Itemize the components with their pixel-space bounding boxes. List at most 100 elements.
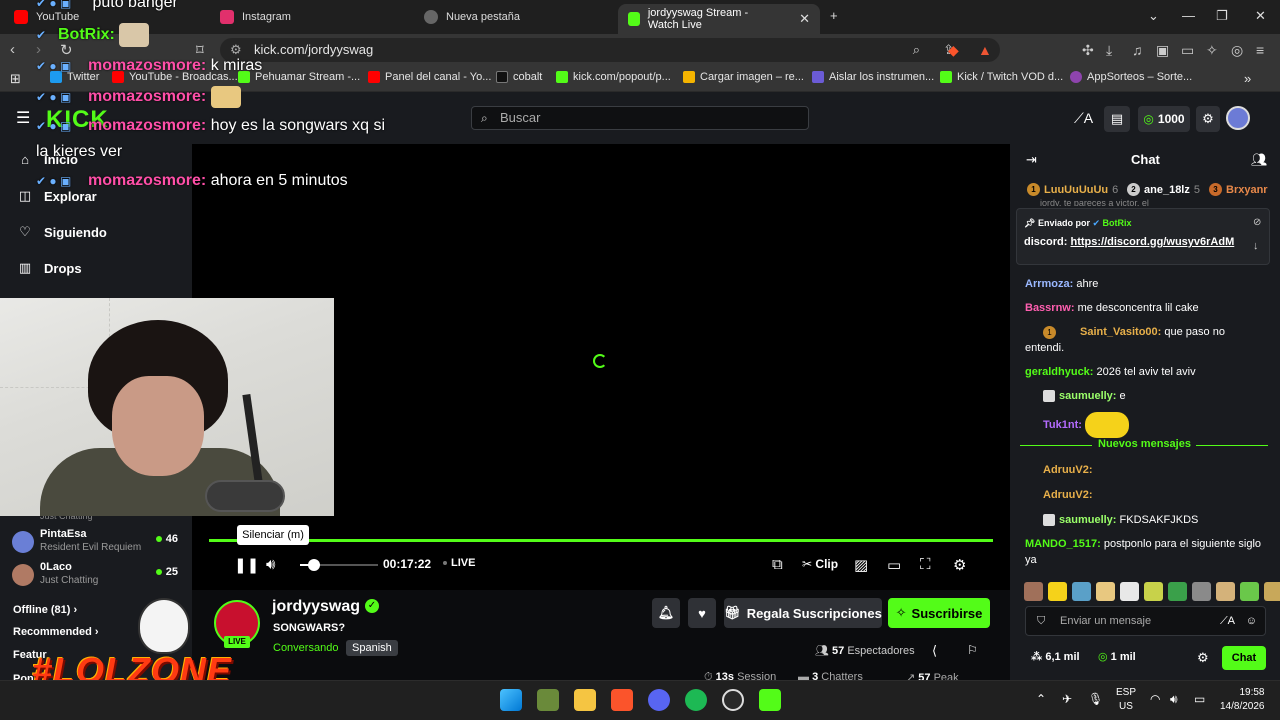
emote-icon[interactable]	[1120, 582, 1139, 601]
bookmark-aislar[interactable]: Aislar los instrumen...	[812, 71, 934, 83]
player-settings-icon[interactable]: ⚙	[953, 556, 966, 574]
pause-button[interactable]: ❚❚	[234, 556, 259, 574]
hide-pin-icon[interactable]: ⊘	[1253, 217, 1261, 228]
share-icon[interactable]: ⟨	[932, 643, 937, 659]
report-icon[interactable]: ⚐	[967, 643, 978, 657]
hamburger-menu-icon[interactable]: ☰	[16, 108, 30, 128]
send-chat-button[interactable]: Chat	[1222, 646, 1266, 670]
spotify-icon[interactable]	[685, 689, 707, 711]
emote-icon[interactable]	[1144, 582, 1163, 601]
download-icon[interactable]: ⤓	[1106, 42, 1112, 59]
vpn-icon[interactable]: ◎	[1231, 42, 1243, 59]
chat-message-input[interactable]: ⛉ Enviar un mensaje ⟋A ☺	[1025, 606, 1266, 636]
sidebar-item-siguiendo[interactable]: ♡ Siguiendo	[18, 224, 107, 240]
media-icon[interactable]: ♫	[1132, 42, 1143, 58]
volume-slider-handle[interactable]	[308, 559, 320, 571]
stream-progress-bar[interactable]	[209, 539, 993, 542]
emote-icon[interactable]	[1072, 582, 1091, 601]
emote-icon[interactable]	[1024, 582, 1043, 601]
coins-count[interactable]: ◎ 1 mil	[1098, 650, 1136, 663]
language-indicator[interactable]: ESP US	[1116, 686, 1136, 714]
emote-icon[interactable]	[1096, 582, 1115, 601]
brave-rewards-icon[interactable]: ▲	[978, 42, 992, 58]
bookmark-appsorteos[interactable]: AppSorteos – Sorte...	[1070, 71, 1192, 83]
tab-instagram[interactable]: Instagram	[210, 4, 301, 30]
sidebar-icon[interactable]: ▣	[1156, 42, 1169, 59]
avatar[interactable]	[1226, 106, 1250, 130]
mic-icon[interactable]: 🎙︎	[1088, 692, 1103, 706]
sidebar-item-drops[interactable]: ▥ Drops	[18, 260, 82, 276]
widgets-icon[interactable]	[537, 689, 559, 711]
minimize-button[interactable]: —	[1182, 8, 1195, 23]
channel-row-pintaesa[interactable]: PintaEsa Resident Evil Requiem 46	[12, 528, 182, 558]
back-icon[interactable]: ‹	[10, 41, 15, 58]
collapse-chat-icon[interactable]: ⇥	[1026, 152, 1037, 168]
bookmark-cargar-imagen[interactable]: Cargar imagen – re...	[683, 71, 804, 83]
translate-icon[interactable]: ⟋A	[1220, 607, 1235, 635]
wifi-icon[interactable]: ◠	[1150, 692, 1160, 706]
language-tag[interactable]: Spanish	[346, 640, 398, 656]
tab-new[interactable]: Nueva pestaña	[414, 4, 530, 30]
tab-kick-stream[interactable]: jordyyswag Stream - Watch Live ✕	[618, 4, 820, 34]
expand-pin-icon[interactable]: ↓	[1253, 240, 1259, 252]
speaker-icon[interactable]: 🔊︎	[1170, 692, 1178, 707]
start-menu-icon[interactable]	[500, 689, 522, 711]
leaderboard-entry[interactable]: 3 Brxyanr	[1209, 183, 1280, 196]
bookmark-kick-twitch-vod[interactable]: Kick / Twitch VOD d...	[940, 71, 1063, 83]
emote-icon[interactable]	[1240, 582, 1259, 601]
kick-app-icon[interactable]	[759, 689, 781, 711]
bluetooth-icon[interactable]: ✈	[1062, 692, 1072, 706]
streamer-name[interactable]: jordyyswag	[272, 598, 360, 616]
search-input[interactable]: ⌕ Buscar	[471, 106, 809, 130]
battery-icon[interactable]: ▭	[1194, 692, 1205, 706]
brave-shield-icon[interactable]: ◆	[948, 42, 959, 59]
apps-icon[interactable]: ⊞	[10, 71, 21, 87]
subscribe-button[interactable]: ✧ Suscribirse	[888, 598, 990, 628]
sidebar-item-explorar[interactable]: ◫ Explorar	[18, 188, 97, 204]
notifications-button[interactable]: 🔔︎	[652, 598, 680, 628]
leaderboard-entry[interactable]: 2 ane_18lz 5	[1127, 183, 1200, 196]
tray-overflow-icon[interactable]: ⌃	[1036, 692, 1046, 706]
menu-icon[interactable]: ≡	[1256, 42, 1264, 58]
clip-button[interactable]: ✂ Clip	[802, 557, 838, 571]
new-messages-divider[interactable]: Nuevos mensajes	[1020, 438, 1268, 452]
bookmark-panel-canal[interactable]: Panel del canal - Yo...	[368, 71, 491, 83]
channel-row-0laco[interactable]: 0Laco Just Chatting 25	[12, 561, 182, 591]
theater-mode-icon[interactable]: ▨	[854, 556, 868, 574]
emoji-icon[interactable]: ☺	[1246, 607, 1257, 635]
translate-icon[interactable]: ⟋A	[1074, 110, 1093, 127]
recommended-section-toggle[interactable]: Recommended ›	[13, 626, 99, 638]
emote-icon[interactable]	[1216, 582, 1235, 601]
url-field[interactable]: ⚙ kick.com/jordyyswag ⌕ ⇪	[220, 38, 1000, 62]
close-window-button[interactable]: ✕	[1255, 8, 1266, 24]
settings-button[interactable]: ⚙	[1196, 106, 1220, 132]
brave-browser-icon[interactable]	[611, 689, 633, 711]
close-tab-icon[interactable]: ✕	[799, 11, 810, 27]
extensions-icon[interactable]: ✣	[1082, 42, 1094, 59]
miniplayer-icon[interactable]: ⧉	[772, 556, 783, 573]
gift-subs-button[interactable]: 🎁︎ Regala Suscripciones	[724, 598, 882, 628]
coins-button[interactable]: ◎ 1000	[1138, 106, 1190, 132]
tab-list-icon[interactable]: ⌄	[1148, 8, 1159, 24]
emote-icon[interactable]	[1192, 582, 1211, 601]
bookmark-kick-popout[interactable]: kick.com/popout/p...	[556, 71, 671, 83]
category-link[interactable]: Conversando	[273, 642, 338, 654]
captions-icon[interactable]: ▭	[887, 556, 901, 574]
leo-ai-icon[interactable]: ✧	[1206, 42, 1218, 59]
file-explorer-icon[interactable]	[574, 689, 596, 711]
maximize-button[interactable]: ❐	[1216, 8, 1228, 24]
follow-button[interactable]: ♥	[688, 598, 716, 628]
obs-icon[interactable]	[722, 689, 744, 711]
emote-icon[interactable]	[1264, 582, 1280, 601]
wallet-icon[interactable]: ▭	[1181, 42, 1194, 59]
offline-section-toggle[interactable]: Offline (81) ›	[13, 604, 77, 616]
chat-users-icon[interactable]: 👥︎	[1251, 152, 1268, 168]
fullscreen-icon[interactable]: ⛶	[920, 556, 931, 573]
new-tab-button[interactable]: +	[830, 8, 838, 23]
library-button[interactable]: ▤	[1104, 106, 1130, 132]
zoom-icon[interactable]: ⌕	[913, 38, 920, 62]
live-indicator[interactable]: LIVE	[443, 557, 475, 569]
volume-icon[interactable]: 🔊︎	[266, 556, 275, 573]
discord-link[interactable]: https://discord.gg/wusyv6rAdM	[1070, 236, 1234, 248]
leaderboard-entry[interactable]: 1 LuuUuUuUu 6	[1027, 183, 1118, 196]
